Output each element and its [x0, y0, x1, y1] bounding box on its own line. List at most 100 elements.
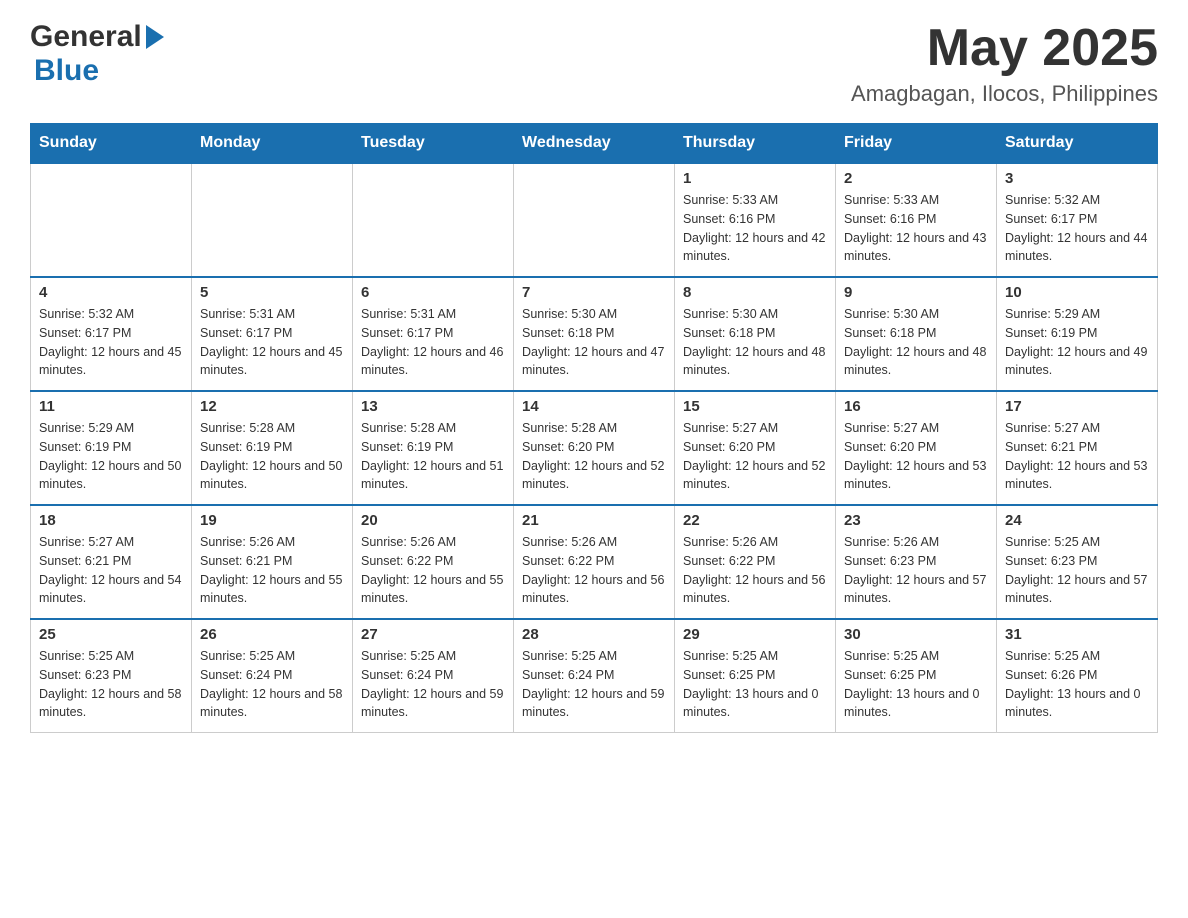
logo-blue-text: Blue	[34, 54, 99, 88]
day-info: Sunrise: 5:28 AMSunset: 6:19 PMDaylight:…	[200, 419, 344, 494]
weekday-header-saturday: Saturday	[997, 124, 1158, 164]
day-number: 10	[1005, 284, 1149, 301]
calendar-day: 22 Sunrise: 5:26 AMSunset: 6:22 PMDayligh…	[675, 505, 836, 619]
calendar-day	[192, 163, 353, 277]
day-number: 5	[200, 284, 344, 301]
week-row-2: 4 Sunrise: 5:32 AMSunset: 6:17 PMDaylight…	[31, 277, 1158, 391]
calendar-day: 30 Sunrise: 5:25 AMSunset: 6:25 PMDayligh…	[836, 619, 997, 733]
day-number: 3	[1005, 170, 1149, 187]
calendar-day: 2 Sunrise: 5:33 AMSunset: 6:16 PMDaylight…	[836, 163, 997, 277]
day-number: 7	[522, 284, 666, 301]
week-row-1: 1 Sunrise: 5:33 AMSunset: 6:16 PMDaylight…	[31, 163, 1158, 277]
day-number: 4	[39, 284, 183, 301]
calendar-day: 21 Sunrise: 5:26 AMSunset: 6:22 PMDayligh…	[514, 505, 675, 619]
day-info: Sunrise: 5:33 AMSunset: 6:16 PMDaylight:…	[683, 191, 827, 266]
day-number: 13	[361, 398, 505, 415]
day-number: 25	[39, 626, 183, 643]
day-number: 21	[522, 512, 666, 529]
day-info: Sunrise: 5:25 AMSunset: 6:24 PMDaylight:…	[200, 647, 344, 722]
day-info: Sunrise: 5:25 AMSunset: 6:23 PMDaylight:…	[1005, 533, 1149, 608]
week-row-4: 18Sunrise: 5:27 AMSunset: 6:21 PMDayligh…	[31, 505, 1158, 619]
calendar-table: SundayMondayTuesdayWednesdayThursdayFrid…	[30, 123, 1158, 733]
day-info: Sunrise: 5:27 AMSunset: 6:20 PMDaylight:…	[683, 419, 827, 494]
weekday-header-thursday: Thursday	[675, 124, 836, 164]
logo-arrow-icon	[146, 25, 164, 49]
day-info: Sunrise: 5:26 AMSunset: 6:22 PMDaylight:…	[522, 533, 666, 608]
calendar-day: 10 Sunrise: 5:29 AMSunset: 6:19 PMDayligh…	[997, 277, 1158, 391]
page-header: General Blue May 2025 Amagbagan, Ilocos,…	[30, 20, 1158, 107]
day-info: Sunrise: 5:31 AMSunset: 6:17 PMDaylight:…	[200, 305, 344, 380]
calendar-day: 20 Sunrise: 5:26 AMSunset: 6:22 PMDayligh…	[353, 505, 514, 619]
day-info: Sunrise: 5:32 AMSunset: 6:17 PMDaylight:…	[1005, 191, 1149, 266]
day-info: Sunrise: 5:33 AMSunset: 6:16 PMDaylight:…	[844, 191, 988, 266]
calendar-day: 11Sunrise: 5:29 AMSunset: 6:19 PMDayligh…	[31, 391, 192, 505]
calendar-day: 14Sunrise: 5:28 AMSunset: 6:20 PMDayligh…	[514, 391, 675, 505]
calendar-day: 28 Sunrise: 5:25 AMSunset: 6:24 PMDayligh…	[514, 619, 675, 733]
day-info: Sunrise: 5:25 AMSunset: 6:24 PMDaylight:…	[522, 647, 666, 722]
day-info: Sunrise: 5:27 AMSunset: 6:21 PMDaylight:…	[39, 533, 183, 608]
day-number: 12	[200, 398, 344, 415]
calendar-day: 26 Sunrise: 5:25 AMSunset: 6:24 PMDayligh…	[192, 619, 353, 733]
day-number: 1	[683, 170, 827, 187]
calendar-day: 15 Sunrise: 5:27 AMSunset: 6:20 PMDayligh…	[675, 391, 836, 505]
day-info: Sunrise: 5:31 AMSunset: 6:17 PMDaylight:…	[361, 305, 505, 380]
day-number: 19	[200, 512, 344, 529]
day-info: Sunrise: 5:30 AMSunset: 6:18 PMDaylight:…	[844, 305, 988, 380]
calendar-day: 25 Sunrise: 5:25 AMSunset: 6:23 PMDayligh…	[31, 619, 192, 733]
day-info: Sunrise: 5:27 AMSunset: 6:20 PMDaylight:…	[844, 419, 988, 494]
title-section: May 2025 Amagbagan, Ilocos, Philippines	[851, 20, 1158, 107]
day-info: Sunrise: 5:28 AMSunset: 6:19 PMDaylight:…	[361, 419, 505, 494]
day-number: 14	[522, 398, 666, 415]
calendar-day: 6 Sunrise: 5:31 AMSunset: 6:17 PMDaylight…	[353, 277, 514, 391]
calendar-day: 3 Sunrise: 5:32 AMSunset: 6:17 PMDaylight…	[997, 163, 1158, 277]
day-info: Sunrise: 5:26 AMSunset: 6:22 PMDaylight:…	[683, 533, 827, 608]
day-number: 31	[1005, 626, 1149, 643]
day-number: 2	[844, 170, 988, 187]
weekday-header-wednesday: Wednesday	[514, 124, 675, 164]
day-number: 20	[361, 512, 505, 529]
calendar-day: 5 Sunrise: 5:31 AMSunset: 6:17 PMDaylight…	[192, 277, 353, 391]
day-info: Sunrise: 5:25 AMSunset: 6:24 PMDaylight:…	[361, 647, 505, 722]
calendar-day: 13 Sunrise: 5:28 AMSunset: 6:19 PMDayligh…	[353, 391, 514, 505]
day-info: Sunrise: 5:25 AMSunset: 6:23 PMDaylight:…	[39, 647, 183, 722]
logo: General Blue	[30, 20, 164, 88]
calendar-day: 31 Sunrise: 5:25 AMSunset: 6:26 PMDayligh…	[997, 619, 1158, 733]
calendar-day	[514, 163, 675, 277]
day-info: Sunrise: 5:25 AMSunset: 6:25 PMDaylight:…	[844, 647, 988, 722]
month-title: May 2025	[851, 20, 1158, 77]
weekday-header-friday: Friday	[836, 124, 997, 164]
weekday-header-sunday: Sunday	[31, 124, 192, 164]
day-number: 28	[522, 626, 666, 643]
logo-general-text: General	[30, 20, 142, 54]
weekday-header-monday: Monday	[192, 124, 353, 164]
calendar-day: 24 Sunrise: 5:25 AMSunset: 6:23 PMDayligh…	[997, 505, 1158, 619]
day-info: Sunrise: 5:32 AMSunset: 6:17 PMDaylight:…	[39, 305, 183, 380]
calendar-day: 16 Sunrise: 5:27 AMSunset: 6:20 PMDayligh…	[836, 391, 997, 505]
day-number: 23	[844, 512, 988, 529]
day-number: 16	[844, 398, 988, 415]
day-number: 6	[361, 284, 505, 301]
day-info: Sunrise: 5:25 AMSunset: 6:25 PMDaylight:…	[683, 647, 827, 722]
calendar-day: 19Sunrise: 5:26 AMSunset: 6:21 PMDayligh…	[192, 505, 353, 619]
calendar-day: 29Sunrise: 5:25 AMSunset: 6:25 PMDayligh…	[675, 619, 836, 733]
day-info: Sunrise: 5:25 AMSunset: 6:26 PMDaylight:…	[1005, 647, 1149, 722]
day-info: Sunrise: 5:26 AMSunset: 6:22 PMDaylight:…	[361, 533, 505, 608]
day-number: 30	[844, 626, 988, 643]
calendar-day	[31, 163, 192, 277]
day-number: 22	[683, 512, 827, 529]
calendar-day: 27 Sunrise: 5:25 AMSunset: 6:24 PMDayligh…	[353, 619, 514, 733]
week-row-5: 25 Sunrise: 5:25 AMSunset: 6:23 PMDayligh…	[31, 619, 1158, 733]
weekday-header-row: SundayMondayTuesdayWednesdayThursdayFrid…	[31, 124, 1158, 164]
calendar-day: 8Sunrise: 5:30 AMSunset: 6:18 PMDaylight…	[675, 277, 836, 391]
day-number: 17	[1005, 398, 1149, 415]
day-info: Sunrise: 5:29 AMSunset: 6:19 PMDaylight:…	[1005, 305, 1149, 380]
calendar-day: 1 Sunrise: 5:33 AMSunset: 6:16 PMDaylight…	[675, 163, 836, 277]
calendar-day: 17 Sunrise: 5:27 AMSunset: 6:21 PMDayligh…	[997, 391, 1158, 505]
day-number: 24	[1005, 512, 1149, 529]
day-number: 15	[683, 398, 827, 415]
day-info: Sunrise: 5:27 AMSunset: 6:21 PMDaylight:…	[1005, 419, 1149, 494]
day-number: 26	[200, 626, 344, 643]
day-number: 27	[361, 626, 505, 643]
calendar-day: 9Sunrise: 5:30 AMSunset: 6:18 PMDaylight…	[836, 277, 997, 391]
day-info: Sunrise: 5:29 AMSunset: 6:19 PMDaylight:…	[39, 419, 183, 494]
